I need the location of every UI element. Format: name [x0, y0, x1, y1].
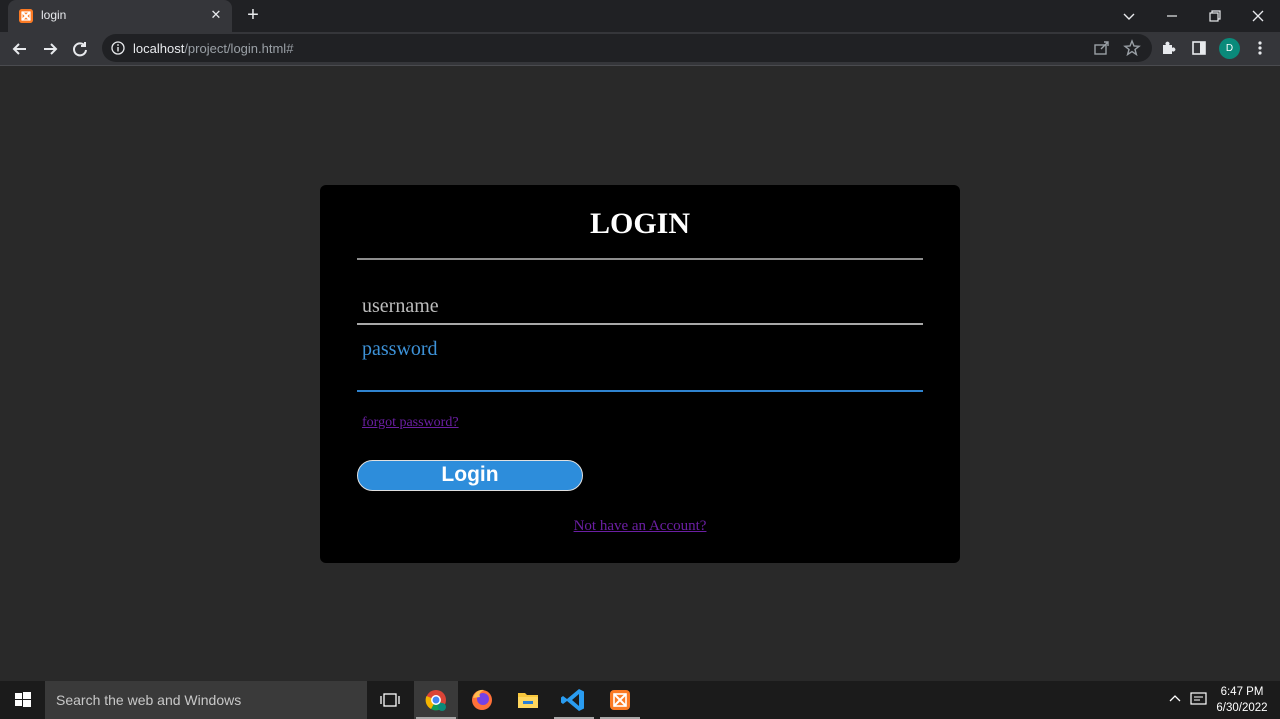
url-host: localhost: [133, 41, 185, 56]
forward-button[interactable]: [39, 38, 61, 60]
login-title: LOGIN: [589, 207, 691, 240]
side-panel-icon[interactable]: [1189, 38, 1209, 58]
file-explorer-icon[interactable]: [506, 681, 550, 719]
restore-button[interactable]: [1193, 0, 1237, 32]
bookmark-star-icon[interactable]: [1122, 38, 1142, 58]
tab-title: login: [41, 8, 67, 22]
address-bar[interactable]: localhost/project/login.html#: [102, 34, 1152, 62]
task-view-icon[interactable]: [368, 681, 412, 719]
password-input[interactable]: [357, 332, 923, 392]
username-input[interactable]: [357, 289, 923, 325]
xampp-taskbar-icon[interactable]: [598, 681, 642, 719]
clock-date: 6/30/2022: [1216, 702, 1268, 714]
taskbar-search-box[interactable]: Search the web and Windows: [45, 681, 367, 719]
start-button[interactable]: [0, 681, 45, 719]
chrome-taskbar-icon[interactable]: [414, 681, 458, 719]
back-button[interactable]: [9, 38, 31, 60]
title-divider: [357, 258, 923, 260]
browser-tab-login[interactable]: login ✕: [8, 0, 232, 32]
close-window-button[interactable]: [1236, 0, 1280, 32]
login-button[interactable]: Login: [357, 460, 583, 491]
new-tab-button[interactable]: +: [243, 5, 263, 25]
action-center-icon[interactable]: [1190, 692, 1207, 708]
url-path: /project/login.html#: [184, 41, 294, 56]
tab-search-button[interactable]: [1107, 0, 1151, 32]
firefox-taskbar-icon[interactable]: [460, 681, 504, 719]
clock-time: 6:47 PM: [1220, 686, 1264, 698]
vscode-taskbar-icon[interactable]: [552, 681, 596, 719]
forgot-password-link[interactable]: forgot password?: [362, 415, 459, 431]
signup-link[interactable]: Not have an Account?: [320, 518, 960, 535]
tab-strip: login ✕ +: [0, 0, 1280, 32]
page-viewport: LOGIN forgot password? Login Not have an…: [0, 67, 1280, 681]
site-info-icon[interactable]: [110, 40, 126, 56]
share-icon[interactable]: [1092, 38, 1112, 58]
browser-toolbar: localhost/project/login.html# D: [0, 32, 1280, 66]
taskbar-clock[interactable]: 6:47 PM 6/30/2022: [1212, 684, 1272, 716]
reload-button[interactable]: [69, 38, 91, 60]
profile-avatar[interactable]: D: [1219, 38, 1240, 59]
login-card: LOGIN forgot password? Login Not have an…: [320, 185, 960, 563]
tab-close-icon[interactable]: ✕: [208, 7, 224, 23]
more-menu-icon[interactable]: [1250, 38, 1270, 58]
url-text: localhost/project/login.html#: [133, 41, 293, 56]
extensions-puzzle-icon[interactable]: [1159, 38, 1179, 58]
xampp-favicon-icon: [19, 9, 33, 23]
windows-taskbar: Search the web and Windows 6:47 PM 6/30/…: [0, 681, 1280, 719]
taskbar-search-placeholder: Search the web and Windows: [56, 692, 242, 708]
minimize-button[interactable]: [1150, 0, 1194, 32]
show-hidden-icons-icon[interactable]: [1168, 692, 1182, 706]
